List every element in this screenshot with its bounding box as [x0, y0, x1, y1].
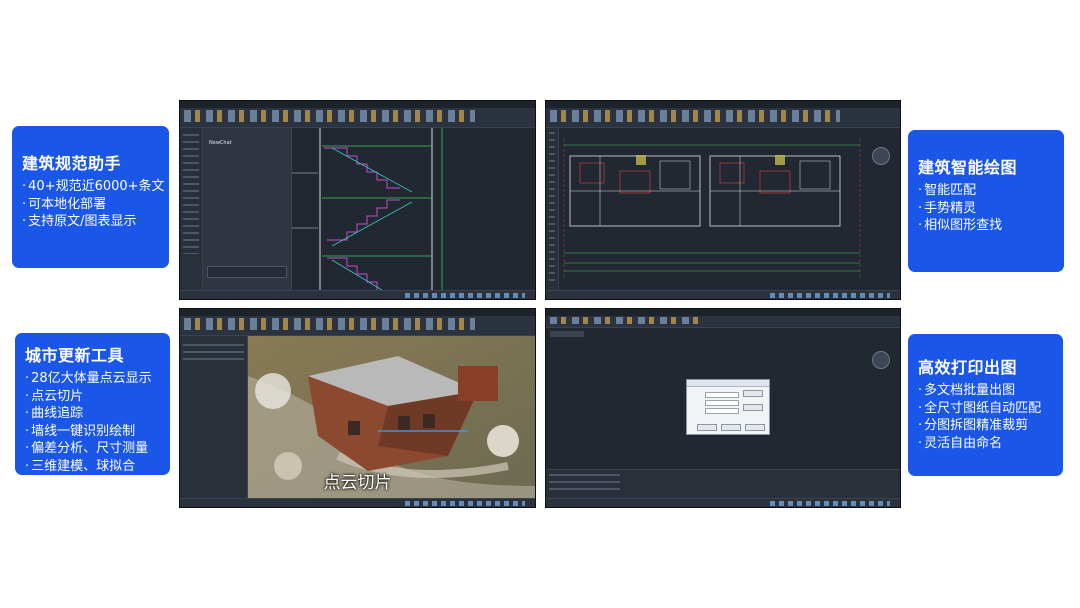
card-item: 多文档批量出图: [918, 382, 1053, 400]
feature-card-building-code: 建筑规范助手 40+规范近6000+条文 可本地化部署 支持原文/图表显示: [12, 126, 169, 268]
card-item: 支持原文/图表显示: [22, 213, 159, 231]
card-item: 手势精灵: [918, 200, 1054, 218]
screenshot-smart-drawing: [545, 100, 901, 300]
stair-section-drawing: [292, 128, 443, 292]
viewcube-icon[interactable]: [872, 351, 890, 369]
card-item: 相似图形查找: [918, 217, 1054, 235]
card-item: 40+规范近6000+条文: [22, 178, 164, 196]
card-item: 点云切片: [25, 388, 160, 406]
ribbon-toolbar: [546, 101, 900, 128]
card-item: 可本地化部署: [22, 196, 159, 214]
status-bar: [546, 290, 900, 299]
dialog-field[interactable]: [705, 400, 739, 406]
status-bar: [180, 290, 535, 299]
dialog-button[interactable]: [743, 390, 763, 397]
screenshot-point-cloud: 点云切片: [179, 308, 536, 508]
card-item: 曲线追踪: [25, 405, 160, 423]
feature-card-batch-print: 高效打印出图 多文档批量出图 全尺寸图纸自动匹配 分图拆图精准裁剪 灵活自由命名: [908, 334, 1063, 476]
caption-text: 点云切片: [323, 473, 392, 493]
dialog-field[interactable]: [705, 392, 739, 398]
ribbon-toolbar: [180, 309, 535, 336]
tool-palette: [546, 128, 559, 290]
command-line[interactable]: [546, 469, 900, 498]
card-item: 墙线一键识别绘制: [25, 423, 160, 441]
feature-card-urban-renewal: 城市更新工具 28亿大体量点云显示 点云切片 曲线追踪 墙线一键识别绘制 偏差分…: [15, 333, 170, 475]
screenshot-batch-print: [545, 308, 901, 508]
card-item: 28亿大体量点云显示: [25, 370, 160, 388]
card-title: 高效打印出图: [918, 358, 1018, 377]
card-title: 建筑规范助手: [22, 154, 122, 173]
dialog-button[interactable]: [721, 424, 741, 431]
dialog-field[interactable]: [705, 408, 739, 414]
batch-print-dialog: [686, 379, 770, 435]
dialog-button[interactable]: [697, 424, 717, 431]
card-item: 全尺寸图纸自动匹配: [918, 400, 1053, 418]
drawing-tab[interactable]: [550, 331, 584, 337]
card-title: 建筑智能绘图: [918, 158, 1018, 177]
ribbon-toolbar: [180, 101, 535, 128]
chat-panel: NewChat: [203, 128, 292, 290]
viewcube-icon[interactable]: [872, 147, 890, 165]
feature-card-smart-drawing: 建筑智能绘图 智能匹配 手势精灵 相似图形查找: [908, 130, 1064, 272]
card-title: 城市更新工具: [25, 346, 125, 365]
layer-panel: [180, 128, 203, 290]
chat-input[interactable]: [207, 266, 287, 278]
dialog-button[interactable]: [743, 404, 763, 411]
card-item: 灵活自由命名: [918, 435, 1053, 453]
screenshot-building-code: NewChat: [179, 100, 536, 300]
status-bar: [546, 498, 900, 507]
dialog-button[interactable]: [745, 424, 765, 431]
ribbon-toolbar: [546, 309, 900, 328]
floor-plan-drawing: [563, 139, 861, 279]
card-item: 智能匹配: [918, 182, 1054, 200]
card-item: 偏差分析、尺寸测量: [25, 440, 160, 458]
status-bar: [180, 498, 535, 507]
card-item: 三维建模、球拟合: [25, 458, 160, 476]
card-item: 分图拆图精准裁剪: [918, 417, 1053, 435]
chat-panel-title: NewChat: [209, 140, 232, 146]
